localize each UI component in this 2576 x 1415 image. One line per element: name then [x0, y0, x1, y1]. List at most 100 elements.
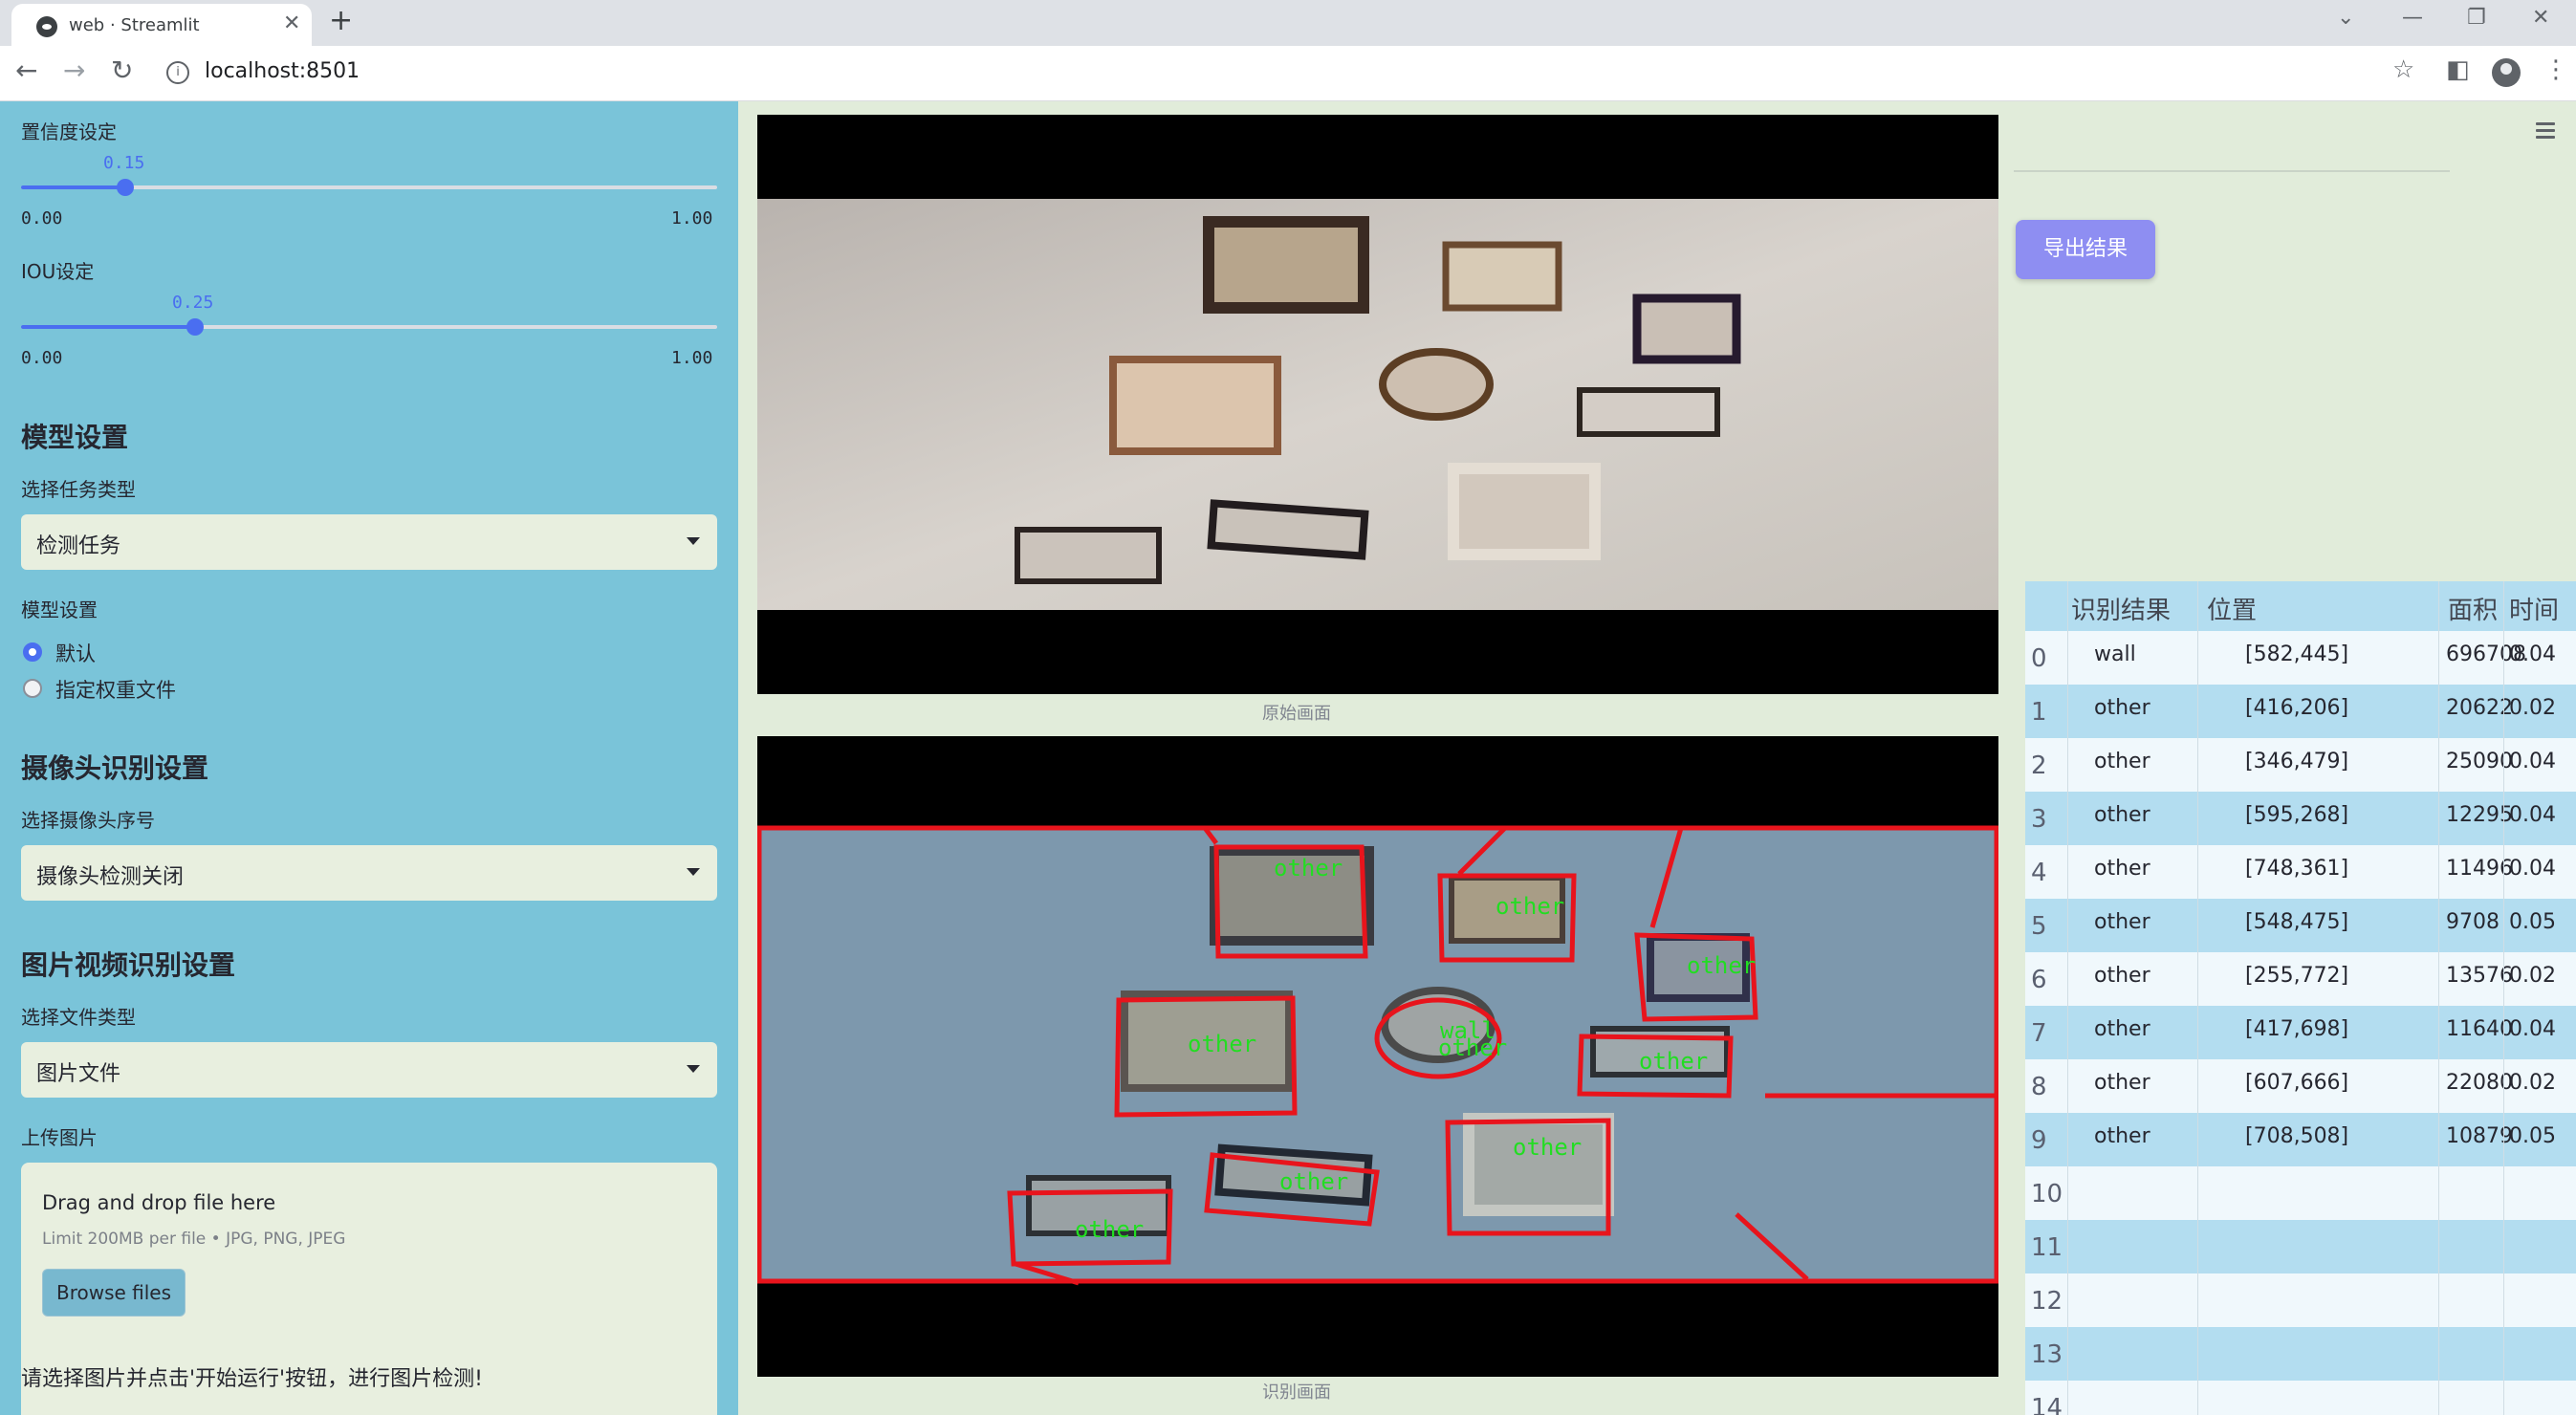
table-cell-time: 0.02: [2509, 964, 2556, 988]
table-cell-result: other: [2094, 750, 2150, 773]
confidence-slider-thumb[interactable]: [117, 179, 134, 196]
export-results-button[interactable]: 导出结果: [2016, 220, 2155, 279]
table-cell-pos: [595,268]: [2245, 803, 2349, 827]
iou-slider[interactable]: [21, 318, 717, 336]
url-field[interactable]: localhost:8501: [205, 59, 360, 83]
col-header-position[interactable]: 位置: [2207, 591, 2257, 626]
confidence-slider[interactable]: [21, 179, 717, 196]
dropzone-limit: Limit 200MB per file • JPG, PNG, JPEG: [42, 1230, 346, 1249]
table-cell-result: other: [2094, 857, 2150, 881]
result-image-panel: other other other other wall other other…: [757, 736, 1998, 1377]
table-cell-idx: 14: [2031, 1394, 2063, 1415]
task-type-select[interactable]: 检测任务: [21, 514, 717, 570]
table-cell-idx: 0: [2031, 644, 2047, 673]
radio-custom-weights-label[interactable]: 指定权重文件: [55, 675, 176, 704]
column-divider: [2067, 581, 2068, 1415]
task-type-value: 检测任务: [36, 534, 121, 558]
bookmark-star-icon[interactable]: ☆: [2392, 55, 2414, 84]
table-cell-idx: 10: [2031, 1180, 2063, 1208]
table-row[interactable]: 3 other [595,268] 12295 0.04: [2025, 792, 2576, 845]
site-info-icon[interactable]: i: [166, 61, 189, 84]
col-header-result[interactable]: 识别结果: [2071, 591, 2171, 626]
minimize-icon[interactable]: —: [2402, 6, 2423, 30]
table-cell-result: other: [2094, 1017, 2150, 1041]
table-row[interactable]: 9 other [708,508] 10879 0.05: [2025, 1113, 2576, 1166]
radio-default-label[interactable]: 默认: [55, 639, 96, 667]
table-cell-pos: [607,666]: [2245, 1071, 2349, 1095]
confidence-max: 1.00: [671, 208, 713, 229]
table-cell-idx: 13: [2031, 1340, 2063, 1369]
window-close-icon[interactable]: ✕: [2532, 6, 2549, 30]
table-row[interactable]: 11: [2025, 1220, 2576, 1274]
chevron-down-icon: [687, 1065, 700, 1073]
table-cell-pos: [582,445]: [2245, 642, 2349, 666]
table-header: 识别结果 位置 面积 时间: [2025, 581, 2576, 631]
table-cell-idx: 7: [2031, 1019, 2047, 1048]
table-cell-result: other: [2094, 1124, 2150, 1148]
iou-label: IOU设定: [21, 260, 95, 283]
profile-avatar-icon[interactable]: [2492, 58, 2521, 87]
table-row[interactable]: 7 other [417,698] 11640 0.04: [2025, 1006, 2576, 1059]
browse-files-button[interactable]: Browse files: [42, 1269, 186, 1317]
column-divider: [2197, 581, 2198, 1415]
confidence-min: 0.00: [21, 208, 63, 229]
table-row[interactable]: 2 other [346,479] 25090 0.04: [2025, 738, 2576, 792]
dropzone-title: Drag and drop file here: [42, 1191, 276, 1214]
table-row[interactable]: 10: [2025, 1166, 2576, 1220]
table-cell-time: 0.04: [2509, 750, 2556, 773]
table-row[interactable]: 14: [2025, 1381, 2576, 1415]
back-icon[interactable]: ←: [15, 54, 37, 86]
confidence-slider-fill: [21, 185, 125, 189]
table-cell-idx: 3: [2031, 805, 2047, 834]
detection-label: other: [1075, 1216, 1144, 1243]
confidence-value: 0.15: [103, 153, 145, 173]
table-cell-pos: [548,475]: [2245, 910, 2349, 934]
iou-min: 0.00: [21, 348, 63, 368]
file-type-select[interactable]: 图片文件: [21, 1042, 717, 1098]
restore-icon[interactable]: ❐: [2467, 6, 2486, 30]
table-cell-pos: [255,772]: [2245, 964, 2349, 988]
table-row[interactable]: 13: [2025, 1327, 2576, 1381]
radio-custom-weights[interactable]: [23, 679, 42, 698]
table-cell-idx: 4: [2031, 859, 2047, 887]
detection-label: other: [1279, 1168, 1348, 1195]
chevron-down-icon: [687, 868, 700, 876]
sidebar-instruction-text: 请选择图片并点击'开始运行'按钮，进行图片检测!: [21, 1367, 483, 1391]
browser-tab[interactable]: web · Streamlit ✕: [11, 4, 312, 46]
reload-icon[interactable]: ↻: [111, 54, 133, 86]
table-cell-pos: [417,698]: [2245, 1017, 2349, 1041]
new-tab-icon[interactable]: +: [329, 4, 353, 37]
table-cell-idx: 8: [2031, 1073, 2047, 1101]
table-row[interactable]: 0 wall [582,445] 696708 0.04: [2025, 631, 2576, 685]
tab-close-icon[interactable]: ✕: [283, 11, 300, 35]
forward-icon[interactable]: →: [63, 54, 85, 86]
side-panel-icon[interactable]: ◧: [2446, 55, 2470, 84]
table-cell-idx: 6: [2031, 966, 2047, 994]
col-header-area[interactable]: 面积: [2448, 591, 2498, 626]
table-cell-idx: 12: [2031, 1287, 2063, 1316]
table-cell-pos: [346,479]: [2245, 750, 2349, 773]
table-cell-area: 9708: [2446, 910, 2500, 934]
camera-index-select[interactable]: 摄像头检测关闭: [21, 845, 717, 901]
table-cell-pos: [416,206]: [2245, 696, 2349, 720]
table-cell-pos: [748,361]: [2245, 857, 2349, 881]
browser-menu-icon[interactable]: ⋮: [2543, 55, 2568, 84]
table-row[interactable]: 5 other [548,475] 9708 0.05: [2025, 899, 2576, 952]
table-row[interactable]: 1 other [416,206] 20622 0.02: [2025, 685, 2576, 738]
detection-label: other: [1495, 893, 1564, 920]
table-row[interactable]: 6 other [255,772] 13576 0.02: [2025, 952, 2576, 1006]
detection-label: other: [1639, 1048, 1708, 1075]
iou-max: 1.00: [671, 348, 713, 368]
table-row[interactable]: 8 other [607,666] 22080 0.02: [2025, 1059, 2576, 1113]
tab-search-chevron-icon[interactable]: ⌄: [2337, 6, 2354, 30]
result-caption: 识别画面: [1262, 1382, 1331, 1403]
table-cell-result: other: [2094, 696, 2150, 720]
table-row[interactable]: 4 other [748,361] 11496 0.04: [2025, 845, 2576, 899]
camera-settings-heading: 摄像头识别设置: [21, 752, 209, 784]
iou-slider-thumb[interactable]: [186, 318, 204, 336]
table-row[interactable]: 12: [2025, 1274, 2576, 1327]
radio-default[interactable]: [23, 642, 42, 662]
app-menu-icon[interactable]: [2536, 122, 2555, 142]
original-image-panel: [757, 115, 1998, 694]
col-header-time[interactable]: 时间: [2509, 591, 2559, 626]
